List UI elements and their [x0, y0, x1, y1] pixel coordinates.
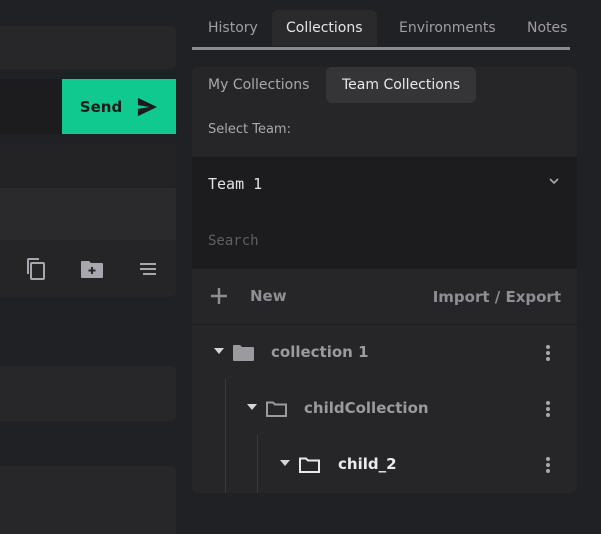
response-body: [0, 466, 176, 534]
new-collection-button[interactable]: New: [208, 285, 287, 307]
folder-outline-icon: [299, 457, 320, 473]
collection-name: child_2: [338, 455, 397, 473]
copy-icon[interactable]: [24, 257, 48, 281]
caret-down-icon[interactable]: [214, 348, 224, 354]
url-bar[interactable]: [0, 26, 176, 69]
folder-filled-icon: [233, 345, 254, 361]
chevron-down-icon: [549, 178, 559, 185]
tab-notes[interactable]: Notes: [513, 10, 581, 46]
tab-environments[interactable]: Environments: [385, 10, 510, 46]
folder-outline-icon: [266, 401, 287, 417]
request-body-area[interactable]: [0, 188, 176, 240]
select-team-label: Select Team:: [208, 122, 291, 137]
team-select-value: Team 1: [208, 175, 263, 193]
subtab-my-collections[interactable]: My Collections: [192, 67, 325, 103]
send-button[interactable]: Send: [62, 79, 176, 134]
tab-history[interactable]: History: [194, 10, 272, 46]
tabs-underline: [192, 47, 570, 50]
request-url-input[interactable]: [0, 79, 62, 134]
more-options-icon[interactable]: [543, 342, 553, 364]
response-header: [0, 366, 176, 421]
request-panel: Send: [0, 0, 186, 534]
send-icon: [138, 97, 158, 116]
collection-name: collection 1: [271, 343, 369, 361]
collections-panel: My Collections Team Collections Select T…: [192, 67, 577, 493]
send-button-label: Send: [79, 97, 123, 116]
add-folder-icon[interactable]: [80, 257, 104, 281]
collection-row[interactable]: collection 1: [192, 331, 577, 375]
format-lines-icon[interactable]: [136, 257, 160, 281]
request-section: [0, 144, 176, 187]
more-options-icon[interactable]: [543, 398, 553, 420]
caret-down-icon[interactable]: [280, 460, 290, 466]
collection-actions: New Import / Export: [192, 269, 577, 325]
tab-collections[interactable]: Collections: [272, 10, 377, 46]
caret-down-icon[interactable]: [247, 404, 257, 410]
plus-icon: [211, 288, 227, 304]
collection-row[interactable]: child_2: [192, 443, 577, 487]
request-toolbar: [0, 240, 176, 297]
import-export-button[interactable]: Import / Export: [433, 288, 561, 306]
team-select[interactable]: Team 1: [192, 157, 577, 213]
more-options-icon[interactable]: [543, 454, 553, 476]
collection-row[interactable]: childCollection: [192, 387, 577, 431]
collection-name: childCollection: [304, 399, 429, 417]
subtab-team-collections[interactable]: Team Collections: [326, 67, 476, 103]
search-input[interactable]: [192, 213, 577, 269]
new-button-label: New: [250, 287, 287, 305]
sidebar-tabs: History Collections Environments Notes: [192, 10, 576, 50]
